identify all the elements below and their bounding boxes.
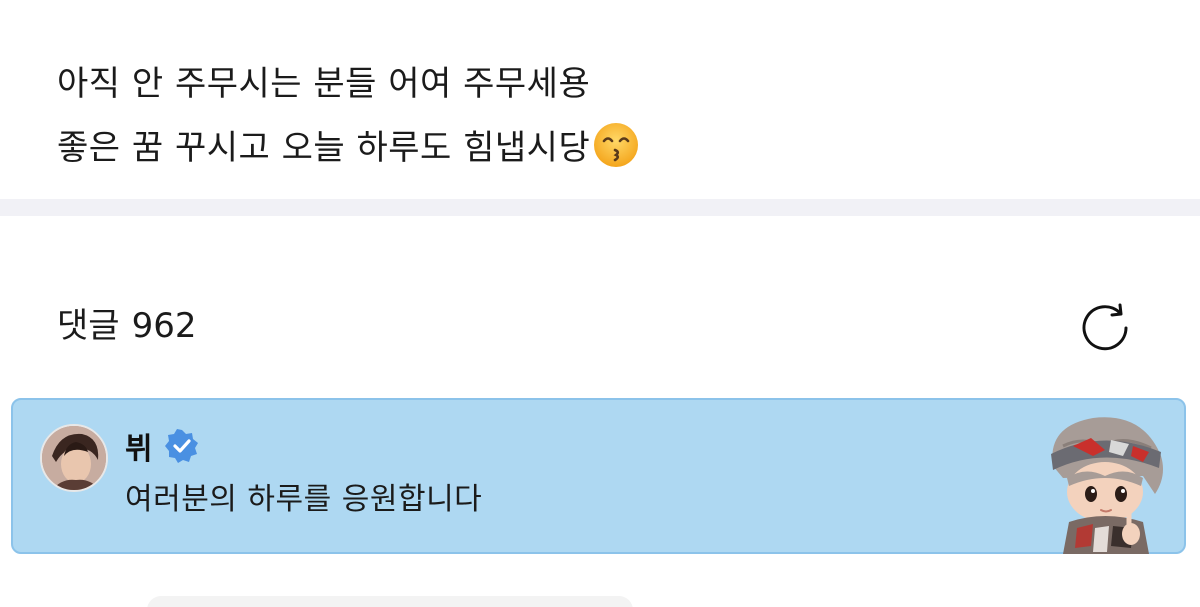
comments-header: 댓글 962 bbox=[57, 300, 196, 352]
post-line-2: 좋은 꿈 꾸시고 오늘 하루도 힘냅시당 bbox=[57, 116, 1157, 180]
author-name[interactable]: 뷔 bbox=[125, 424, 153, 468]
comment-text: 여러분의 하루를 응원합니다 bbox=[125, 482, 483, 517]
avatar-photo-icon bbox=[42, 426, 106, 490]
character-sticker bbox=[1033, 406, 1173, 554]
post-body: 아직 안 주무시는 분들 어여 주무세용 좋은 꿈 꾸시고 오늘 하루도 힘냅시… bbox=[57, 52, 1157, 180]
refresh-button[interactable] bbox=[1076, 299, 1134, 357]
character-sticker-icon bbox=[1051, 417, 1163, 554]
post-line-1: 아직 안 주무시는 분들 어여 주무세용 bbox=[57, 64, 591, 104]
avatar[interactable] bbox=[40, 424, 108, 492]
next-comment-bubble bbox=[147, 596, 633, 607]
kissing-face-emoji-icon bbox=[592, 121, 640, 169]
comments-count: 962 bbox=[131, 306, 197, 346]
refresh-icon bbox=[1082, 303, 1128, 351]
section-divider bbox=[0, 199, 1200, 216]
post-page: 아직 안 주무시는 분들 어여 주무세용 좋은 꿈 꾸시고 오늘 하루도 힘냅시… bbox=[0, 0, 1200, 607]
author-row: 뷔 bbox=[125, 422, 199, 470]
pinned-comment-card[interactable]: 뷔 여러분의 하루를 응원합니다 bbox=[11, 398, 1186, 554]
post-line-2-text: 좋은 꿈 꾸시고 오늘 하루도 힘냅시당 bbox=[57, 128, 591, 168]
verified-badge-icon bbox=[164, 429, 198, 463]
comments-label: 댓글 bbox=[57, 306, 120, 346]
